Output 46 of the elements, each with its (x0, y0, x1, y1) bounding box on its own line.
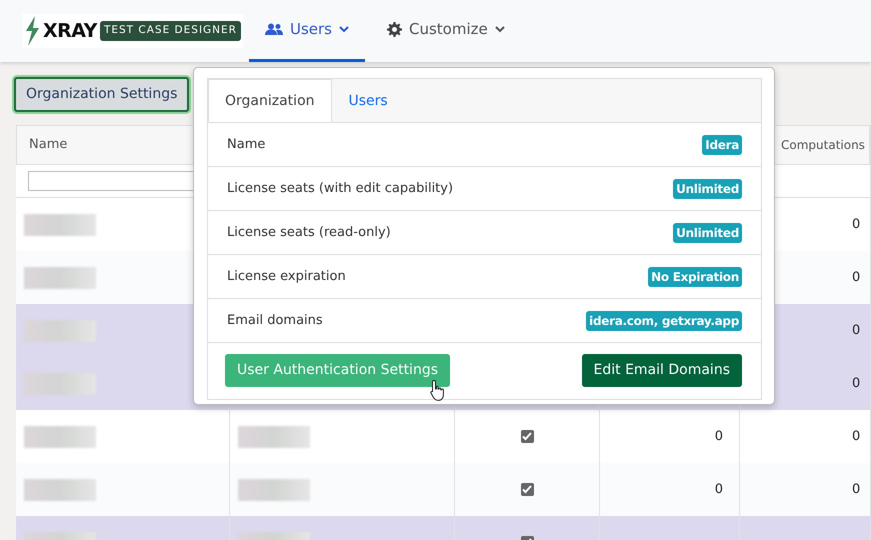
field-label: Email domains (227, 312, 323, 330)
organization-settings-button[interactable]: Organization Settings (14, 77, 190, 112)
table-cell-text: 0 (714, 480, 723, 499)
field-label: License expiration (227, 268, 346, 286)
value-badge: idera.com, getxray.app (586, 310, 742, 330)
redacted-email (238, 426, 310, 448)
field-label: License seats (with edit capability) (227, 180, 454, 198)
redacted-name (24, 266, 96, 288)
table-cell-text: 0 (852, 268, 860, 287)
value-badge: Unlimited (673, 178, 742, 198)
redacted-name (24, 372, 96, 394)
field-label: Name (227, 136, 266, 154)
redacted-name (24, 426, 96, 448)
checkbox[interactable] (520, 430, 534, 443)
popover-tab[interactable]: Users (332, 79, 405, 122)
nav-menu-item[interactable]: Users (248, 0, 365, 62)
column-header: Name (29, 136, 68, 154)
checkbox[interactable] (520, 483, 534, 496)
field-label: License seats (read-only) (227, 224, 391, 242)
popover-tab[interactable]: Organization (208, 79, 332, 122)
value-badge: No Expiration (648, 266, 742, 286)
table-cell-text: 0 (852, 480, 860, 499)
logo-tagline: TEST CASE DESIGNER (100, 21, 241, 41)
gear-icon (386, 22, 402, 37)
table-cell-text: 0 (852, 322, 860, 340)
nav-menu-label: Customize (408, 19, 488, 40)
chevron-icon (494, 26, 505, 33)
redacted-name (24, 320, 96, 342)
value-badge: Idera (702, 134, 742, 154)
nav-menu-label: Users (290, 19, 332, 40)
table-cell-text: 0 (852, 216, 860, 234)
redacted-email (238, 478, 310, 500)
users-icon (264, 23, 283, 36)
table-cell-text: 0 (714, 428, 723, 446)
table-cell-text: 0 (852, 374, 860, 393)
redacted-name (24, 214, 96, 236)
logo-wordmark: XRAY (43, 18, 97, 44)
chevron-icon (338, 26, 349, 33)
column-header: Computations (781, 137, 865, 154)
table-cell-text: 0 (852, 428, 860, 446)
lightning-icon (24, 16, 40, 46)
edit-email-domains-button[interactable]: Edit Email Domains (582, 354, 742, 387)
nav-menu-item[interactable]: Customize (370, 0, 521, 62)
value-badge: Unlimited (673, 222, 742, 242)
redacted-name (24, 478, 96, 500)
hand-cursor-icon (430, 379, 446, 401)
